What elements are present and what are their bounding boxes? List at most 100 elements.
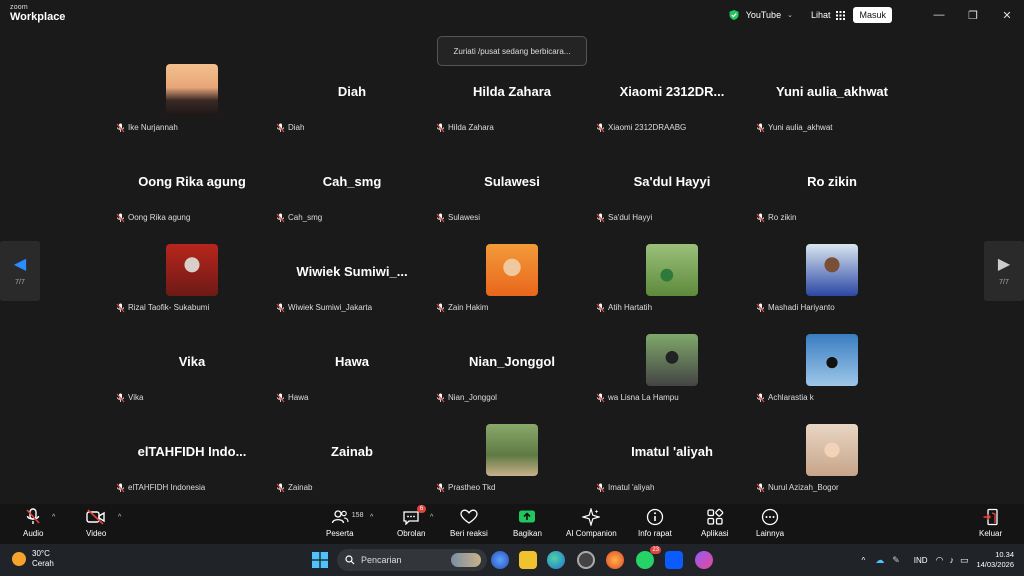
participant-display-name: elTAHFIDH Indo... — [137, 444, 247, 459]
participant-name-label: Yuni aulia_akhwat — [756, 122, 833, 133]
participant-display-name: Sa'dul Hayyi — [633, 174, 711, 189]
weather-widget[interactable]: 30°C Cerah — [12, 549, 54, 568]
participant-name: Zain Hakim — [448, 303, 489, 312]
participant-tile[interactable]: elTAHFIDH Indo... elTAHFIDH Indonesia — [114, 420, 270, 504]
wifi-icon[interactable]: ◠ — [936, 555, 944, 566]
battery-icon[interactable]: ▭ — [960, 555, 969, 566]
participant-tile[interactable]: Mashadi Hariyanto — [754, 240, 910, 324]
participant-tile[interactable]: Zain Hakim — [434, 240, 590, 324]
page-indicator-right: 7/7 — [999, 278, 1009, 286]
leave-icon — [983, 508, 998, 526]
close-icon[interactable]: ✕ — [990, 0, 1024, 30]
participant-tile[interactable]: Rizal Taofik- Sukabumi — [114, 240, 270, 324]
clock-date: 14/03/2026 — [976, 560, 1014, 569]
participant-tile[interactable]: Cah_smg Cah_smg — [274, 150, 430, 234]
share-button[interactable]: Bagikan — [513, 508, 542, 538]
chat-label: Obrolan — [397, 529, 426, 538]
chat-button[interactable]: 6 Obrolan — [397, 505, 427, 538]
info-icon — [646, 508, 664, 526]
participants-button[interactable]: 158 Peserta — [326, 508, 363, 538]
participant-tile[interactable]: Vika Vika — [114, 330, 270, 414]
mic-muted-icon — [756, 213, 765, 222]
apps-icon — [707, 508, 724, 525]
page-indicator-left: 7/7 — [15, 278, 25, 286]
participant-tile[interactable]: Achlarastia k — [754, 330, 910, 414]
language-indicator[interactable]: IND — [914, 556, 928, 565]
copilot-app-icon[interactable] — [491, 551, 509, 569]
participant-display-name: Cah_smg — [322, 174, 382, 189]
participant-display-name: Yuni aulia_akhwat — [776, 84, 888, 99]
participant-tile[interactable]: Atih Hartatih — [594, 240, 750, 324]
pen-icon[interactable]: ✎ — [892, 555, 900, 566]
participant-tile[interactable]: Ike Nurjannah — [114, 60, 270, 144]
whatsapp-icon[interactable]: 23 — [636, 546, 661, 569]
participant-tile[interactable]: Yuni aulia_akhwat Yuni aulia_akhwat — [754, 60, 910, 144]
taskbar-clock[interactable]: 10.34 14/03/2026 — [976, 550, 1014, 570]
chrome-app-icon[interactable] — [577, 551, 595, 569]
participant-tile[interactable]: Nurul Azizah_Bogor — [754, 420, 910, 504]
participant-name-label: Ike Nurjannah — [116, 122, 178, 133]
participant-tile[interactable]: Hilda Zahara Hilda Zahara — [434, 60, 590, 144]
firefox-icon[interactable] — [606, 551, 624, 569]
search-highlight-icon — [451, 553, 481, 567]
grid-view-icon[interactable] — [836, 10, 846, 20]
more-button[interactable]: Lainnya — [756, 508, 784, 538]
search-placeholder: Pencarian — [361, 555, 402, 565]
participants-options-caret-icon[interactable]: ^ — [370, 514, 373, 521]
participant-tile[interactable]: Prastheo Tkd — [434, 420, 590, 504]
participant-tile[interactable]: wa Lisna La Hampu — [594, 330, 750, 414]
next-page-button[interactable]: ▶ 7/7 — [984, 241, 1024, 301]
participant-tile[interactable]: Sulawesi Sulawesi — [434, 150, 590, 234]
participant-tile[interactable]: Diah Diah — [274, 60, 430, 144]
participant-tile[interactable]: Xiaomi 2312DR... Xiaomi 2312DRAABG — [594, 60, 750, 144]
participant-tile[interactable]: Oong Rika agung Oong Rika agung — [114, 150, 270, 234]
participant-tile[interactable]: Imatul 'aliyah Imatul 'aliyah — [594, 420, 750, 504]
participant-name-label: Achlarastia k — [756, 392, 814, 403]
previous-page-button[interactable]: ◀ 7/7 — [0, 241, 40, 301]
zoom-taskbar-icon[interactable] — [665, 551, 683, 569]
cloud-icon[interactable]: ☁ — [875, 555, 884, 566]
ai-companion-button[interactable]: AI Companion — [566, 508, 617, 538]
minimize-icon[interactable]: — — [922, 0, 956, 30]
leave-button[interactable]: Keluar — [979, 508, 1002, 538]
meeting-info-button[interactable]: Info rapat — [638, 508, 672, 538]
participant-name: Hilda Zahara — [448, 123, 494, 132]
view-button[interactable]: Lihat — [811, 10, 831, 20]
reactions-button[interactable]: Beri reaksi — [450, 508, 488, 538]
participant-tile[interactable]: Nian_Jonggol Nian_Jonggol — [434, 330, 590, 414]
file-explorer-icon[interactable] — [519, 551, 537, 569]
participant-tile[interactable]: Wiwiek Sumiwi_... Wiwiek Sumiwi_Jakarta — [274, 240, 430, 324]
participant-name-label: Oong Rika agung — [116, 212, 190, 223]
chevron-up-icon[interactable]: ^ — [861, 556, 865, 565]
chat-options-caret-icon[interactable]: ^ — [430, 514, 433, 521]
apps-label: Aplikasi — [701, 529, 729, 538]
sign-in-button[interactable]: Masuk — [853, 7, 892, 23]
meeting-info-label: Info rapat — [638, 529, 672, 538]
search-icon — [345, 555, 355, 565]
participant-tile[interactable]: Zainab Zainab — [274, 420, 430, 504]
video-options-caret-icon[interactable]: ^ — [118, 514, 121, 521]
mic-muted-icon — [116, 303, 125, 312]
youtube-livestream-button[interactable]: YouTube ⌄ — [722, 5, 799, 25]
participant-name: Diah — [288, 123, 305, 132]
mic-muted-icon — [116, 123, 125, 132]
apps-button[interactable]: Aplikasi — [701, 508, 729, 538]
volume-icon[interactable]: ♪ — [949, 555, 954, 565]
participant-count: 158 — [351, 512, 364, 519]
video-button[interactable]: Video — [86, 508, 106, 538]
canva-icon[interactable] — [695, 551, 713, 569]
participants-icon — [331, 510, 349, 524]
mic-muted-icon — [596, 483, 605, 492]
taskbar-search[interactable]: Pencarian — [337, 549, 487, 571]
gallery-view: Zuriati /pusat sedang berbicara... ◀ 7/7… — [0, 30, 1024, 504]
participant-tile[interactable]: Sa'dul Hayyi Sa'dul Hayyi — [594, 150, 750, 234]
participant-name-label: Atih Hartatih — [596, 302, 652, 313]
participant-tile[interactable]: Hawa Hawa — [274, 330, 430, 414]
audio-button[interactable]: Audio — [23, 508, 43, 538]
weather-temp: 30°C — [32, 549, 50, 558]
audio-options-caret-icon[interactable]: ^ — [52, 514, 55, 521]
edge-browser-icon[interactable] — [547, 551, 565, 569]
participant-tile[interactable]: Ro zikin Ro zikin — [754, 150, 910, 234]
windows-start-icon[interactable] — [312, 552, 328, 568]
restore-icon[interactable]: ❐ — [956, 0, 990, 30]
